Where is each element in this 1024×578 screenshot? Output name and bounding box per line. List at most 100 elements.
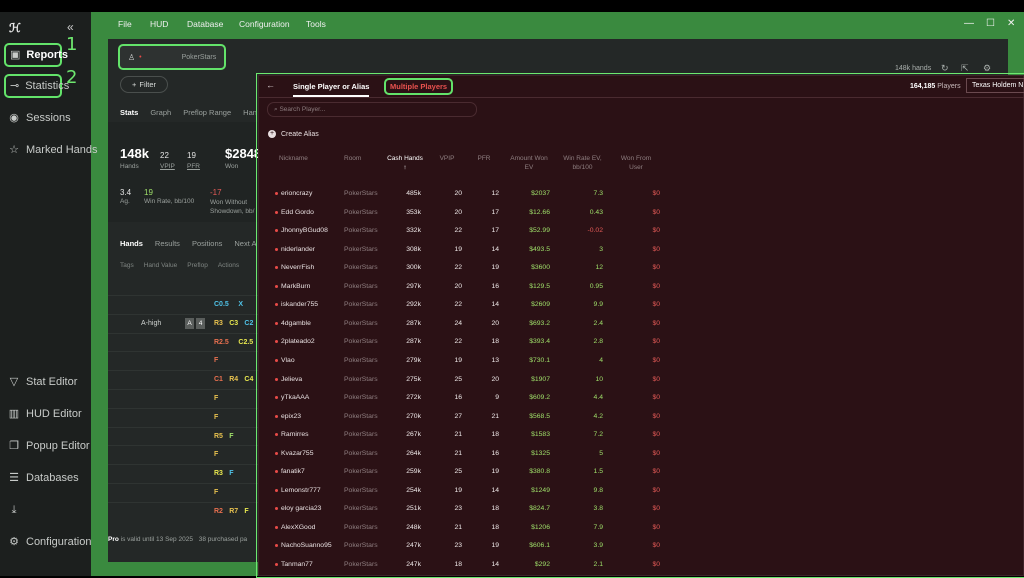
filter-button[interactable]: + Filter (120, 76, 168, 93)
hands-count: 148k hands (895, 65, 932, 72)
sidebar-item-popup-editor[interactable]: ❐ Popup Editor (4, 434, 90, 458)
player-row[interactable]: JhonnyBGud08 PokerStars 332k 22 17 $52.99 -0.0… (259, 222, 1024, 241)
player-row[interactable]: NeverrFish PokerStars 300k 22 19 $3600 12 $0 (259, 259, 1024, 278)
col-nickname[interactable]: Nickname (279, 154, 319, 163)
col-room[interactable]: Room (344, 154, 374, 163)
hand-row[interactable]: R3 F (108, 464, 258, 483)
player-row[interactable]: Jelieva PokerStars 275k 25 20 $1907 10 $0 (259, 371, 1024, 390)
tab-graph[interactable]: Graph (150, 108, 171, 117)
tab-next-action[interactable]: Next A (234, 239, 256, 248)
player-row[interactable]: AlexXGood PokerStars 248k 21 18 $1206 7.9 $0 (259, 519, 1024, 538)
player-nickname: Lemonstr777 (281, 486, 321, 494)
menu-tools[interactable]: Tools (306, 19, 326, 29)
hand-row[interactable]: F (108, 407, 258, 427)
hand-row[interactable]: C0.5 X (108, 295, 258, 314)
player-won-from-user: $0 (652, 523, 660, 531)
player-row[interactable]: eloy garcia23 PokerStars 251k 23 18 $824.7 3.8… (259, 500, 1024, 519)
menu-hud[interactable]: HUD (150, 19, 168, 29)
player-won-from-user: $0 (652, 394, 660, 402)
player-row[interactable]: Ramirres PokerStars 267k 21 18 $1583 7.2 $0 (259, 426, 1024, 445)
player-status-dot (275, 192, 278, 195)
tab-multiple-players[interactable]: Multiple Players (384, 78, 454, 95)
player-amount-won-ev: $693.2 (529, 319, 550, 327)
player-row[interactable]: 4dgamble PokerStars 287k 24 20 $693.2 2.4 $0 (259, 315, 1024, 334)
tab-hands[interactable]: Han (243, 108, 257, 117)
player-amount-won-ev: $129.5 (529, 282, 550, 290)
player-row[interactable]: Tanman77 PokerStars 247k 18 14 $292 2.1 $0 (259, 556, 1024, 575)
collapse-sidebar-icon[interactable]: « (67, 20, 74, 34)
sidebar-item-download[interactable]: ⤓ (4, 498, 20, 522)
hand-row[interactable]: F (108, 483, 258, 502)
player-row[interactable]: yTkaAAA PokerStars 272k 16 9 $609.2 4.4 $0 (259, 389, 1024, 408)
col-pfr[interactable]: PFR (471, 154, 497, 163)
tab-stats[interactable]: Stats (120, 108, 138, 117)
player-selector[interactable]: ♙ • PokerStars (118, 44, 226, 70)
sidebar-item-marked-hands[interactable]: ☆ Marked Hands (4, 138, 97, 162)
menu-database[interactable]: Database (187, 19, 223, 29)
preflop-action: F (214, 489, 219, 496)
export-icon[interactable]: ⇱ (961, 63, 969, 74)
player-row[interactable]: epix23 PokerStars 270k 27 21 $568.5 4.2 $0 (259, 408, 1024, 427)
hand-row[interactable]: C1R4C4+1 (108, 370, 268, 389)
search-player-input[interactable]: ⌕ Search Player... (267, 102, 477, 117)
player-row[interactable]: Vlao PokerStars 279k 19 13 $730.1 4 $0 (259, 352, 1024, 371)
player-row[interactable]: NachoSuanno95 PokerStars 247k 23 19 $606.1 3.9… (259, 537, 1024, 556)
player-amount-won-ev: $824.7 (529, 505, 550, 513)
close-icon[interactable]: ✕ (1007, 18, 1015, 29)
player-vpip: 25 (454, 375, 462, 383)
player-win-rate-ev: 7.9 (593, 523, 603, 531)
player-row[interactable]: Edd Gordo PokerStars 353k 20 17 $12.66 0.43 $0 (259, 204, 1024, 223)
menu-configuration[interactable]: Configuration (239, 19, 290, 29)
player-room: PokerStars (344, 245, 378, 253)
player-row[interactable]: Lemonstr777 PokerStars 254k 19 14 $1249 9.8 $0 (259, 482, 1024, 501)
col-vpip[interactable]: VPIP (434, 154, 460, 163)
player-row[interactable]: Kvazar755 PokerStars 264k 21 16 $1325 5 $0 (259, 445, 1024, 464)
hand-row[interactable]: R2 R7 F (108, 501, 258, 521)
hand-row[interactable]: F (108, 445, 258, 464)
sidebar-item-databases[interactable]: ☰ Databases (4, 466, 79, 490)
settings-icon[interactable]: ⚙ (983, 63, 991, 74)
hand-row[interactable]: F (108, 351, 258, 370)
col-tags[interactable]: Tags (120, 262, 134, 269)
tab-single-player[interactable]: Single Player or Alias (293, 82, 370, 97)
col-preflop[interactable]: Preflop (187, 262, 208, 269)
col-actions[interactable]: Actions (218, 262, 239, 269)
hand-row[interactable]: A-high A 4 R3 C3 C2 (108, 313, 258, 333)
col-won-from-user[interactable]: Won From User (614, 154, 658, 172)
sidebar-item-sessions[interactable]: ◉ Sessions (4, 106, 70, 130)
pfr-label[interactable]: PFR (187, 163, 200, 170)
vpip-label[interactable]: VPIP (160, 163, 175, 170)
sidebar-item-reports[interactable]: ▣ Reports (4, 43, 68, 67)
menu-file[interactable]: File (118, 19, 132, 29)
tab-results[interactable]: Results (155, 239, 180, 248)
col-cash-hands[interactable]: Cash Hands ↑ (387, 154, 423, 172)
hand-row[interactable]: F (108, 389, 258, 408)
game-select[interactable]: Texas Holdem N (966, 78, 1024, 93)
tab-positions[interactable]: Positions (192, 239, 222, 248)
player-row[interactable]: iskander755 PokerStars 292k 22 14 $2609 9.9 $0 (259, 296, 1024, 315)
player-row[interactable]: niderlander PokerStars 308k 19 14 $493.5 3 $0 (259, 241, 1024, 260)
player-nickname: yTkaAAA (281, 394, 310, 402)
player-row[interactable]: MarkBurn PokerStars 297k 20 16 $129.5 0.95 $0 (259, 278, 1024, 297)
create-alias-button[interactable]: + Create Alias (268, 130, 319, 138)
sidebar-item-hud-editor[interactable]: ▥ HUD Editor (4, 402, 82, 426)
player-row[interactable]: erioncrazy PokerStars 485k 20 12 $2037 7.3 $0 (259, 185, 1024, 204)
maximize-icon[interactable]: ☐ (986, 18, 995, 29)
col-hand-value[interactable]: Hand Value (144, 262, 178, 269)
purchased-count: 38 purchased pa (198, 536, 248, 543)
hand-row[interactable]: R2.5C2.5R1 (108, 332, 272, 352)
tab-preflop-range[interactable]: Preflop Range (183, 108, 231, 117)
sidebar-item-statistics[interactable]: ⊸ Statistics (4, 74, 69, 98)
minimize-icon[interactable]: — (964, 18, 974, 29)
col-amount-won-ev[interactable]: Amount Won EV (509, 154, 549, 172)
sidebar-item-stat-editor[interactable]: ▽ Stat Editor (4, 370, 78, 394)
player-pfr: 20 (491, 319, 499, 327)
tab-hands-list[interactable]: Hands (120, 239, 143, 248)
player-row[interactable]: fanatik7 PokerStars 259k 25 19 $380.8 1.5 $0 (259, 463, 1024, 482)
refresh-icon[interactable]: ↻ (941, 63, 949, 74)
back-arrow-icon[interactable]: ← (266, 80, 275, 90)
col-win-rate-ev[interactable]: Win Rate EV, bb/100 (560, 154, 605, 172)
hand-row[interactable]: R5 F (108, 426, 258, 446)
player-row[interactable]: 2plateado2 PokerStars 287k 22 18 $393.4 2.8 $0 (259, 333, 1024, 352)
sidebar-item-configuration[interactable]: ⚙ Configuration (4, 530, 91, 554)
